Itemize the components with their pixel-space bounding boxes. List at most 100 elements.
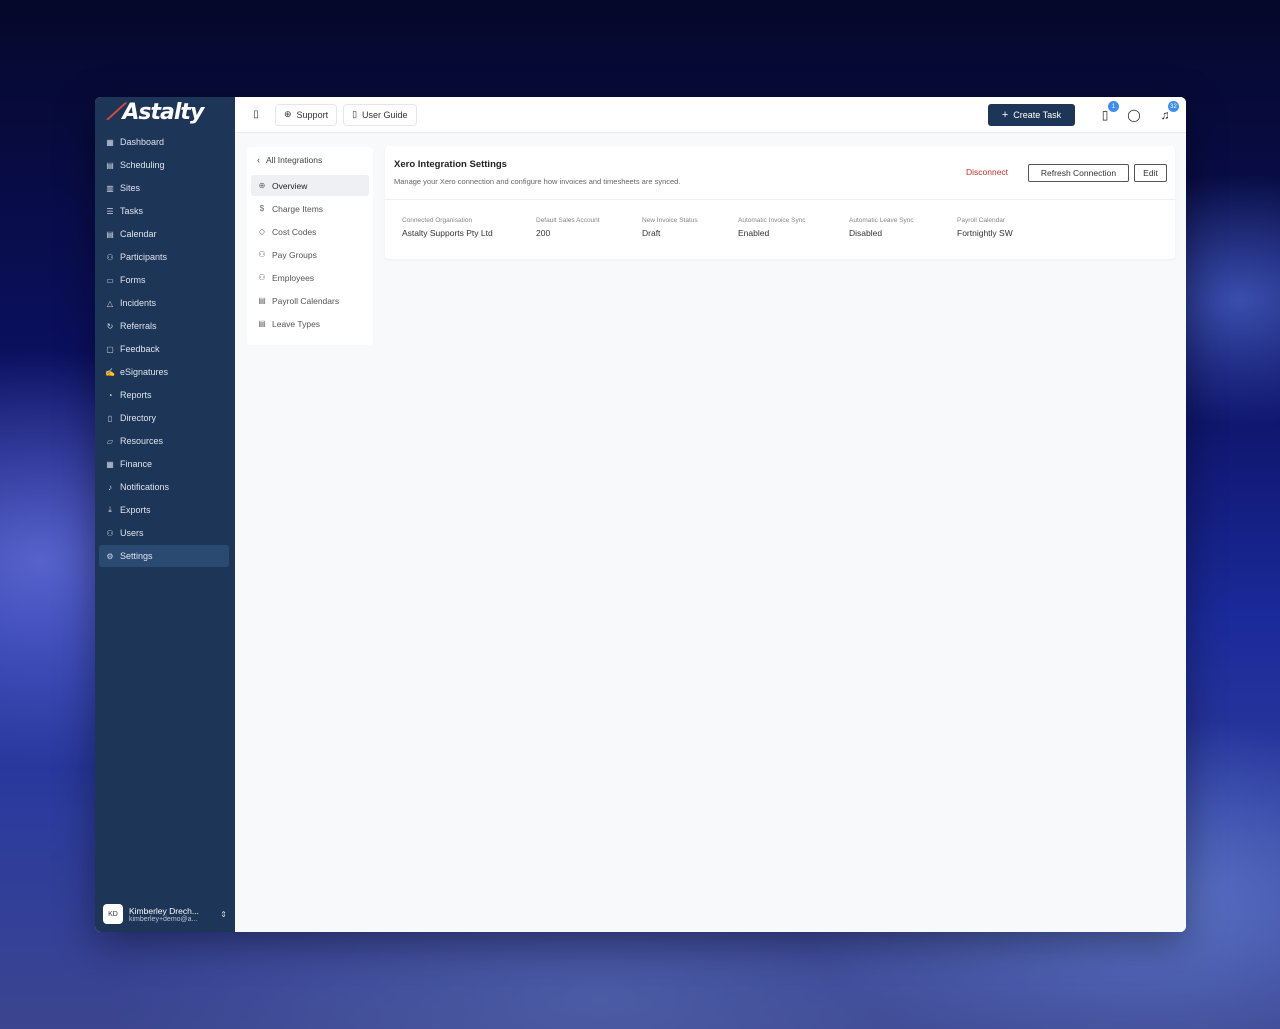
sidebar: ⟋ Astalty ▦ Dashboard ▤ Scheduling ▥ Sites ☰… — [95, 97, 235, 932]
avatar: KD — [103, 904, 123, 924]
book-icon: ▯ — [107, 413, 113, 423]
sidebar-item-feedback[interactable]: ▢ Feedback — [99, 338, 229, 360]
field-new-invoice-status: New Invoice Status Draft — [642, 217, 698, 238]
field-label: New Invoice Status — [642, 217, 698, 224]
calendar-icon: ▤ — [258, 319, 266, 328]
subnav-item-cost-codes[interactable]: ◇ Cost Codes — [251, 221, 369, 242]
subnav-item-leave-types[interactable]: ▤ Leave Types — [251, 313, 369, 334]
clipboard-badge: 1 — [1108, 101, 1119, 112]
user-name: Kimberley Drech... — [129, 905, 199, 916]
xero-settings-card: Xero Integration Settings Manage your Xe… — [385, 146, 1175, 259]
warning-icon: △ — [106, 298, 114, 308]
user-guide-label: User Guide — [362, 109, 408, 120]
download-icon: ⤓ — [108, 505, 112, 514]
calendar-icon: ▤ — [258, 296, 266, 305]
app-window: ⟋ Astalty ▦ Dashboard ▤ Scheduling ▥ Sites ☰… — [95, 97, 1186, 932]
sidebar-item-finance[interactable]: ▦ Finance — [99, 453, 229, 475]
refresh-connection-button[interactable]: Refresh Connection — [1028, 164, 1129, 182]
main-content: ▯ ⊕ Support ▯ User Guide + Create Task ▯ 1 ◯… — [235, 97, 1186, 932]
user-icon: ⚇ — [106, 528, 114, 538]
sidebar-item-label: Sites — [120, 183, 141, 193]
sidebar-item-label: Directory — [120, 413, 157, 423]
sidebar-item-settings[interactable]: ⚙ Settings — [99, 545, 229, 567]
chat-icon[interactable]: ◯ — [1126, 107, 1142, 123]
sidebar-item-reports[interactable]: ◔ Reports — [99, 384, 229, 406]
support-button[interactable]: ⊕ Support — [275, 103, 338, 126]
sidebar-item-forms[interactable]: ▭ Forms — [99, 269, 229, 291]
support-label: Support — [296, 109, 329, 120]
all-integrations-link[interactable]: ‹ All Integrations — [247, 147, 373, 173]
user-menu[interactable]: KD Kimberley Drech... kimberley+demo@a..… — [103, 902, 227, 926]
field-value: Fortnightly SW — [957, 228, 1013, 238]
subnav-item-overview[interactable]: ⊕ Overview — [251, 175, 369, 196]
subnav-item-employees[interactable]: ⚇ Employees — [251, 267, 369, 288]
folder-icon: ▱ — [106, 436, 114, 446]
subnav-item-payroll-calendars[interactable]: ▤ Payroll Calendars — [251, 290, 369, 311]
chart-icon: ◔ — [107, 390, 113, 400]
sidebar-toggle-icon[interactable]: ▯ — [249, 108, 263, 122]
subnav-item-pay-groups[interactable]: ⚇ Pay Groups — [251, 244, 369, 265]
field-connected-organisation: Connected Organisation Astalty Supports … — [402, 217, 493, 238]
sidebar-item-tasks[interactable]: ☰ Tasks — [99, 200, 229, 222]
sidebar-item-label: eSignatures — [120, 367, 169, 377]
field-label: Default Sales Account — [536, 217, 600, 224]
sidebar-item-label: Users — [120, 528, 144, 538]
sidebar-nav: ▦ Dashboard ▤ Scheduling ▥ Sites ☰ Tasks ▤ Ca… — [99, 131, 229, 568]
sidebar-item-esignatures[interactable]: ✍ eSignatures — [99, 361, 229, 383]
field-automatic-leave-sync: Automatic Leave Sync Disabled — [849, 217, 914, 238]
sidebar-item-users[interactable]: ⚇ Users — [99, 522, 229, 544]
field-value: Enabled — [738, 228, 770, 238]
create-task-button[interactable]: + Create Task — [988, 104, 1075, 126]
subnav-item-charge-items[interactable]: $ Charge Items — [251, 198, 369, 219]
sidebar-item-notifications[interactable]: ♪ Notifications — [99, 476, 229, 498]
field-automatic-invoice-sync: Automatic Invoice Sync Enabled — [738, 217, 806, 238]
globe-icon: ⊕ — [258, 181, 266, 190]
field-label: Automatic Leave Sync — [849, 217, 914, 224]
book-icon: ▯ — [352, 109, 358, 119]
settings-fields: Connected Organisation Astalty Supports … — [385, 200, 1175, 258]
calculator-icon: ▦ — [106, 459, 114, 469]
sidebar-item-calendar[interactable]: ▤ Calendar — [99, 223, 229, 245]
user-email: kimberley+demo@a... — [129, 915, 198, 923]
user-guide-button[interactable]: ▯ User Guide — [343, 103, 417, 126]
sidebar-item-label: Forms — [120, 275, 146, 285]
field-value: Astalty Supports Pty Ltd — [402, 228, 493, 238]
chevron-left-icon: ‹ — [257, 155, 260, 165]
sidebar-item-participants[interactable]: ⚇ Participants — [99, 246, 229, 268]
clipboard-icon[interactable]: ▯ 1 — [1097, 101, 1119, 123]
grid-icon: ▦ — [106, 137, 114, 147]
sidebar-item-scheduling[interactable]: ▤ Scheduling — [99, 154, 229, 176]
sidebar-item-exports[interactable]: ⤓ Exports — [99, 499, 229, 521]
calendar-icon: ▤ — [106, 229, 114, 239]
sidebar-item-directory[interactable]: ▯ Directory — [99, 407, 229, 429]
plus-icon: + — [1001, 109, 1009, 121]
signature-icon: ✍ — [105, 367, 115, 377]
subnav-item-label: Pay Groups — [272, 249, 317, 260]
sidebar-item-label: Settings — [120, 551, 153, 561]
field-label: Automatic Invoice Sync — [738, 217, 806, 224]
refresh-icon: ↻ — [106, 321, 114, 331]
sidebar-item-label: Tasks — [120, 206, 144, 216]
field-label: Connected Organisation — [402, 217, 473, 224]
sidebar-item-label: Participants — [120, 252, 168, 262]
sidebar-item-referrals[interactable]: ↻ Referrals — [99, 315, 229, 337]
sidebar-item-resources[interactable]: ▱ Resources — [99, 430, 229, 452]
sidebar-item-incidents[interactable]: △ Incidents — [99, 292, 229, 314]
disconnect-button[interactable]: Disconnect — [966, 167, 1008, 177]
sidebar-item-sites[interactable]: ▥ Sites — [99, 177, 229, 199]
bell-icon: ♪ — [108, 482, 112, 492]
gear-icon: ⚙ — [106, 551, 114, 561]
sidebar-item-dashboard[interactable]: ▦ Dashboard — [99, 131, 229, 153]
edit-button[interactable]: Edit — [1134, 164, 1167, 182]
topbar: ▯ ⊕ Support ▯ User Guide + Create Task ▯ 1 ◯… — [235, 97, 1186, 133]
sidebar-item-label: Referrals — [120, 321, 157, 331]
calendar-icon: ▤ — [106, 160, 114, 170]
app-logo[interactable]: ⟋ Astalty — [107, 99, 204, 125]
sidebar-item-label: Feedback — [120, 344, 160, 354]
bell-icon[interactable]: ♫ 32 — [1157, 101, 1179, 123]
users-icon: ⚇ — [258, 250, 266, 259]
notifications-badge: 32 — [1168, 101, 1179, 112]
logo-text: Astalty — [122, 99, 204, 125]
subnav-item-label: Cost Codes — [272, 226, 317, 237]
sidebar-item-label: Exports — [120, 505, 151, 515]
